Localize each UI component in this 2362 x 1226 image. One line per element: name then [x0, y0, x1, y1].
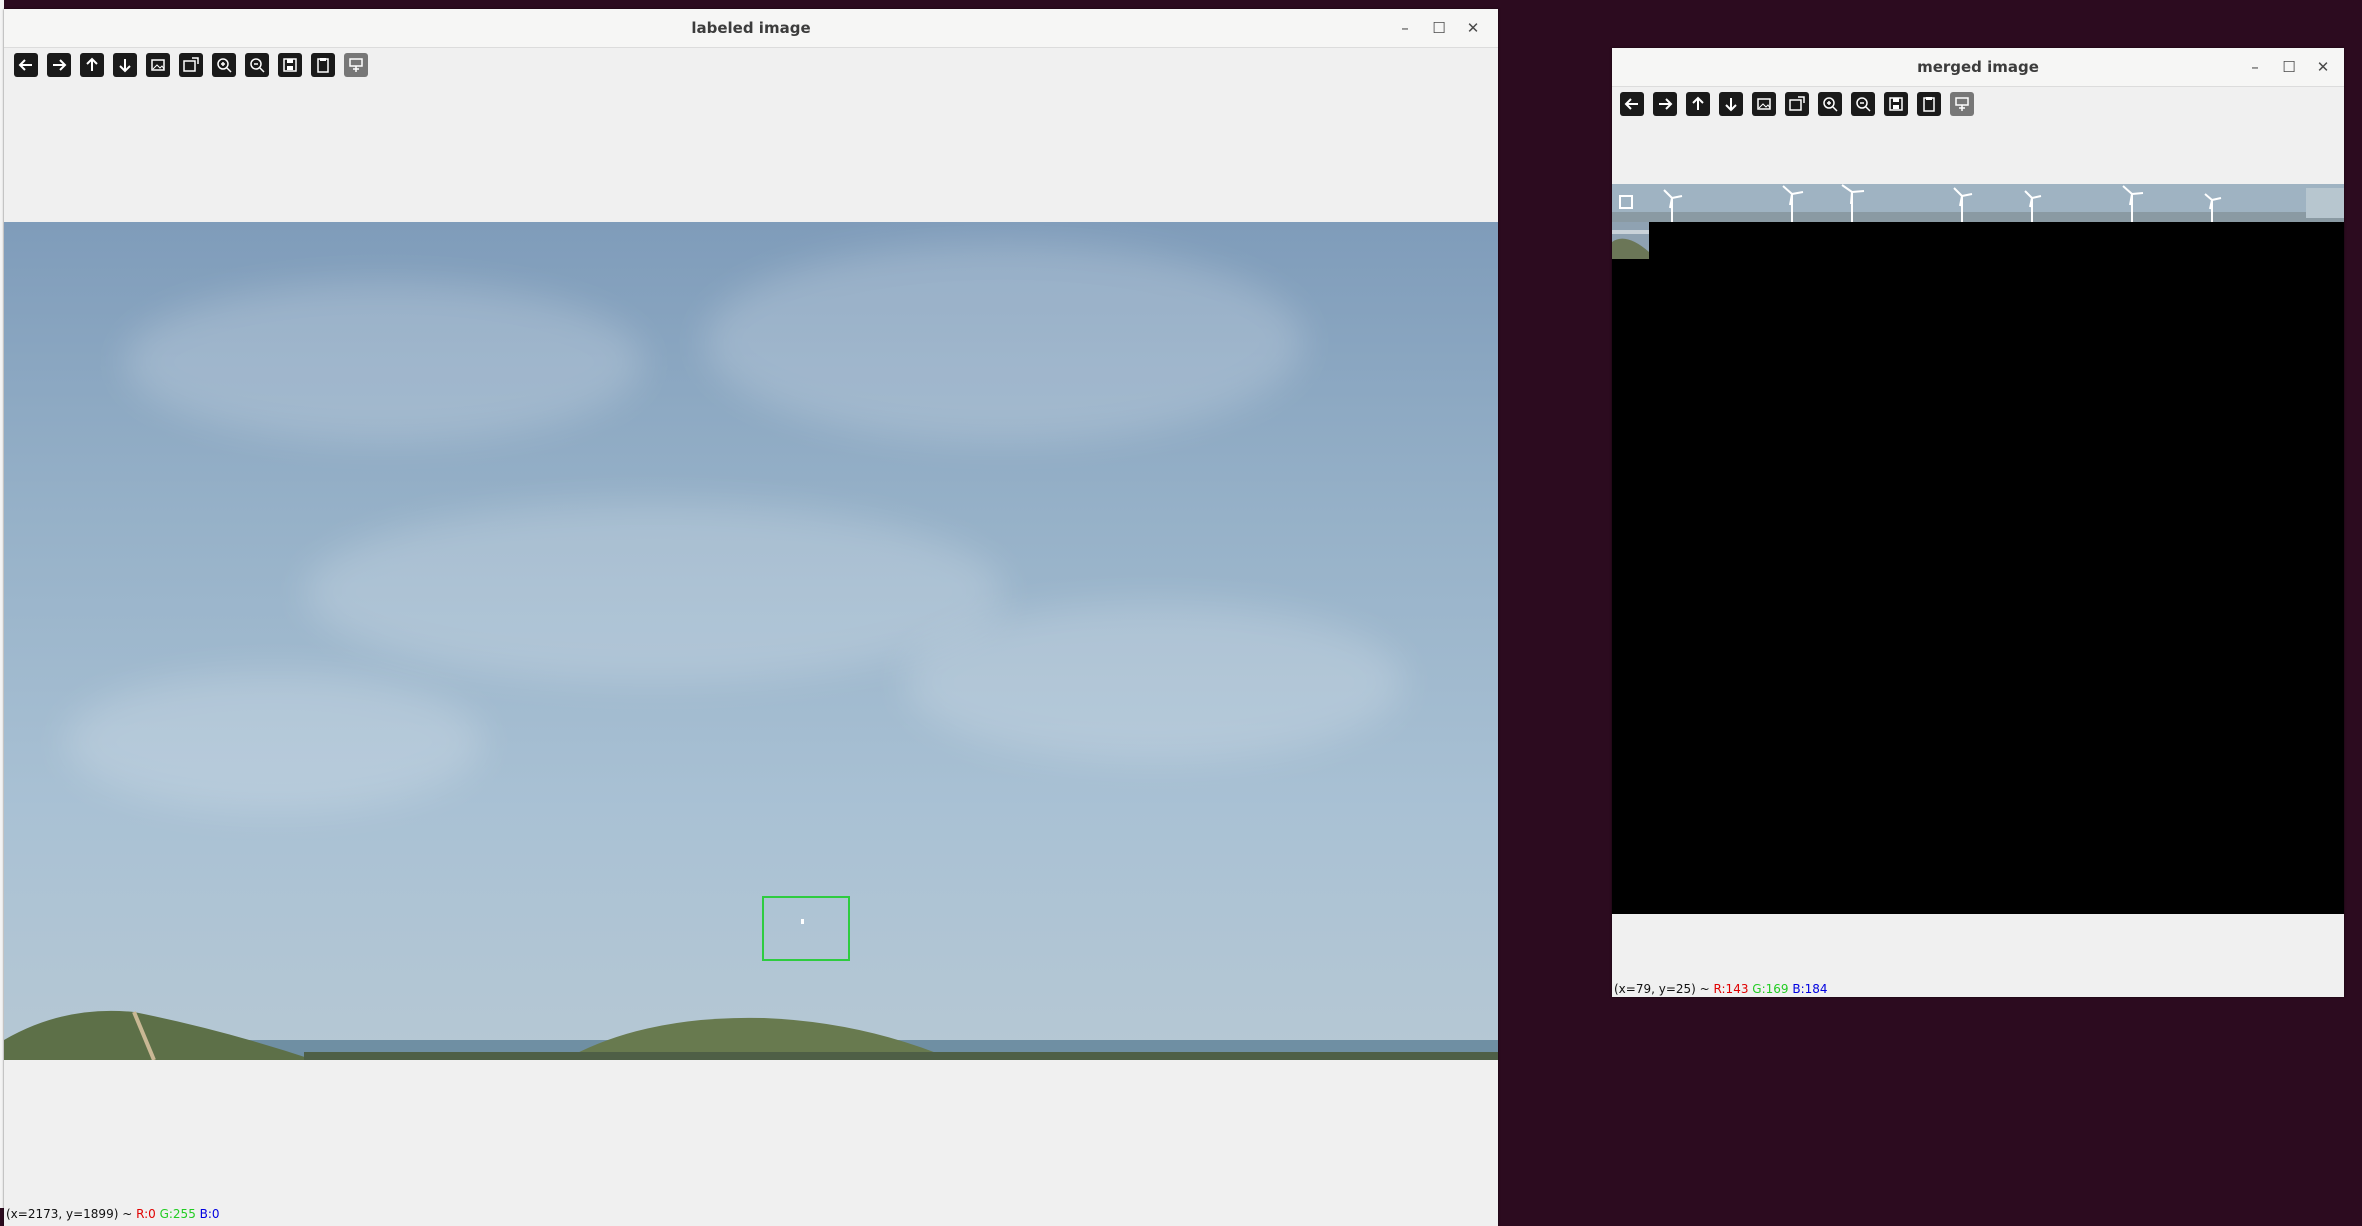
clipboard-icon[interactable]	[311, 53, 335, 77]
merged-thumbnail	[1612, 222, 1649, 259]
image-icon[interactable]	[146, 53, 170, 77]
arrow-up-icon[interactable]	[80, 53, 104, 77]
toolbar	[14, 53, 368, 77]
toolbar	[1620, 92, 1974, 116]
hills-landscape	[4, 1010, 1498, 1060]
status-b-value: B:0	[199, 1207, 220, 1221]
properties-icon[interactable]	[1950, 92, 1974, 116]
labeled-image-window: labeled image – ☐ ✕ (x=2173, y=1899) ~ R…	[4, 9, 1498, 1226]
detection-bounding-box[interactable]	[762, 896, 850, 961]
maximize-button[interactable]: ☐	[1422, 9, 1456, 47]
arrow-left-icon[interactable]	[14, 53, 38, 77]
arrow-down-icon[interactable]	[113, 53, 137, 77]
window-title: labeled image	[691, 19, 811, 37]
arrow-right-icon[interactable]	[47, 53, 71, 77]
merged-image-canvas[interactable]	[1612, 184, 2344, 914]
arrow-right-icon[interactable]	[1653, 92, 1677, 116]
status-b-value: B:184	[1792, 982, 1828, 996]
status-g-value: G:169	[1752, 982, 1789, 996]
clipboard-icon[interactable]	[1917, 92, 1941, 116]
status-coords: (x=79, y=25) ~	[1614, 982, 1710, 996]
zoom-out-icon[interactable]	[245, 53, 269, 77]
save-icon[interactable]	[1884, 92, 1908, 116]
arrow-down-icon[interactable]	[1719, 92, 1743, 116]
titlebar[interactable]: labeled image – ☐ ✕	[4, 9, 1498, 48]
status-coords: (x=2173, y=1899) ~	[6, 1207, 133, 1221]
image-icon[interactable]	[1752, 92, 1776, 116]
merged-image-window: merged image – ☐ ✕ (x=79, y=25) ~ R:143 …	[1612, 48, 2344, 997]
zoom-in-icon[interactable]	[1818, 92, 1842, 116]
maximize-button[interactable]: ☐	[2272, 48, 2306, 86]
labeled-image-canvas[interactable]	[4, 222, 1498, 1060]
status-bar: (x=79, y=25) ~ R:143 G:169 B:184	[1614, 982, 1828, 996]
save-icon[interactable]	[278, 53, 302, 77]
close-button[interactable]: ✕	[1456, 9, 1490, 47]
minimize-button[interactable]: –	[1388, 9, 1422, 47]
status-bar: (x=2173, y=1899) ~ R:0 G:255 B:0	[6, 1207, 220, 1221]
close-button[interactable]: ✕	[2306, 48, 2340, 86]
titlebar[interactable]: merged image – ☐ ✕	[1612, 48, 2344, 87]
zoom-out-icon[interactable]	[1851, 92, 1875, 116]
zoom-in-icon[interactable]	[212, 53, 236, 77]
image-scale-icon[interactable]	[1785, 92, 1809, 116]
arrow-left-icon[interactable]	[1620, 92, 1644, 116]
status-r-value: R:143	[1713, 982, 1749, 996]
properties-icon[interactable]	[344, 53, 368, 77]
window-title: merged image	[1917, 58, 2039, 76]
image-scale-icon[interactable]	[179, 53, 203, 77]
arrow-up-icon[interactable]	[1686, 92, 1710, 116]
status-r-value: R:0	[136, 1207, 156, 1221]
status-g-value: G:255	[159, 1207, 196, 1221]
minimize-button[interactable]: –	[2238, 48, 2272, 86]
detected-object	[801, 919, 804, 924]
wind-turbine-strip	[1612, 184, 2344, 222]
